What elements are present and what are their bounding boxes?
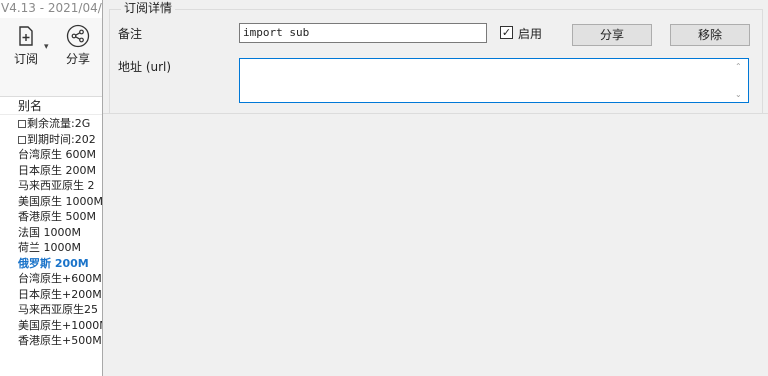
list-item[interactable]: 荷兰 1000M bbox=[0, 240, 102, 256]
share-toolbar-button[interactable]: 分享 bbox=[56, 22, 100, 82]
column-header-alias[interactable]: 别名 bbox=[0, 97, 102, 115]
scroll-up-icon[interactable]: ⌃ bbox=[735, 62, 742, 71]
info-icon bbox=[18, 135, 26, 144]
toolbar: 订阅 ▾ 分享 bbox=[0, 18, 102, 97]
list-item-label: 马来西亚原生 2 bbox=[18, 179, 95, 192]
url-scrollbar[interactable]: ⌃ ⌄ bbox=[732, 59, 748, 102]
scroll-down-icon[interactable]: ⌄ bbox=[735, 90, 742, 99]
list-item-label: 马来西亚原生25 bbox=[18, 303, 98, 316]
list-item-label: 香港原生+500M bbox=[18, 334, 102, 347]
url-label: 地址 (url) bbox=[118, 60, 172, 74]
subscription-detail-dialog: 订阅详情 bbox=[102, 0, 768, 376]
share-toolbar-label: 分享 bbox=[65, 52, 90, 66]
list-item[interactable]: 法国 1000M bbox=[0, 225, 102, 241]
info-icon bbox=[18, 120, 26, 128]
list-item-label: 俄罗斯 200M bbox=[18, 256, 89, 270]
list-item-label: 美国原生+1000M bbox=[18, 318, 102, 332]
note-label: 备注 bbox=[118, 27, 143, 41]
subscribe-label: 订阅 bbox=[13, 52, 38, 66]
list-item[interactable]: 美国原生 1000M bbox=[0, 194, 102, 210]
list-item[interactable]: 日本原生 200M bbox=[0, 163, 102, 179]
list-item[interactable]: 台湾原生+600M bbox=[0, 271, 102, 287]
divider bbox=[103, 113, 768, 114]
group-title: 订阅详情 bbox=[121, 1, 176, 15]
list-item-label: 荷兰 1000M bbox=[18, 241, 81, 254]
list-item[interactable]: 俄罗斯 200M bbox=[0, 256, 102, 272]
remove-button[interactable]: 移除 bbox=[670, 24, 750, 46]
note-input[interactable]: import sub bbox=[239, 23, 487, 43]
url-textarea[interactable]: ⌃ ⌄ bbox=[239, 58, 749, 103]
list-item[interactable]: 美国原生+1000M bbox=[0, 318, 102, 334]
list-item-label: 台湾原生+600M bbox=[18, 272, 102, 285]
list-item[interactable]: 香港原生 500M bbox=[0, 209, 102, 225]
list-item[interactable]: 台湾原生 600M bbox=[0, 147, 102, 163]
checkmark-icon: ✓ bbox=[501, 26, 512, 39]
window-title: V4.13 - 2021/04/2 bbox=[1, 1, 110, 15]
server-list[interactable]: 别名 剩余流量:2G 到期时间:202 台湾原生 600M 日本原生 200M 马来西亚… bbox=[0, 97, 102, 376]
list-item[interactable]: 马来西亚原生25 bbox=[0, 302, 102, 318]
list-item-label: 香港原生 500M bbox=[18, 210, 96, 223]
list-item-label: 日本原生+200M bbox=[18, 287, 102, 301]
enabled-label[interactable]: 启用 bbox=[518, 25, 542, 42]
list-item[interactable]: 马来西亚原生 2 bbox=[0, 178, 102, 194]
subscribe-dropdown-arrow[interactable]: ▾ bbox=[44, 42, 49, 52]
list-item[interactable]: 剩余流量:2G bbox=[0, 116, 102, 132]
enabled-checkbox[interactable]: ✓ bbox=[500, 26, 513, 39]
share-icon bbox=[66, 24, 90, 48]
list-item-label: 美国原生 1000M bbox=[18, 194, 102, 208]
list-item[interactable]: 日本原生+200M bbox=[0, 287, 102, 303]
list-item[interactable]: 香港原生+500M bbox=[0, 333, 102, 349]
subscribe-icon bbox=[19, 26, 33, 46]
list-item-label: 到期时间:202 bbox=[27, 132, 96, 146]
list-item-label: 法国 1000M bbox=[18, 225, 81, 239]
list-item-label: 日本原生 200M bbox=[18, 163, 96, 177]
list-items: 剩余流量:2G 到期时间:202 台湾原生 600M 日本原生 200M 马来西亚原生 … bbox=[0, 116, 102, 349]
list-item-label: 剩余流量:2G bbox=[27, 117, 91, 130]
list-item[interactable]: 到期时间:202 bbox=[0, 132, 102, 148]
subscribe-button[interactable]: 订阅 bbox=[4, 22, 48, 82]
list-item-label: 台湾原生 600M bbox=[18, 148, 96, 161]
share-button[interactable]: 分享 bbox=[572, 24, 652, 46]
